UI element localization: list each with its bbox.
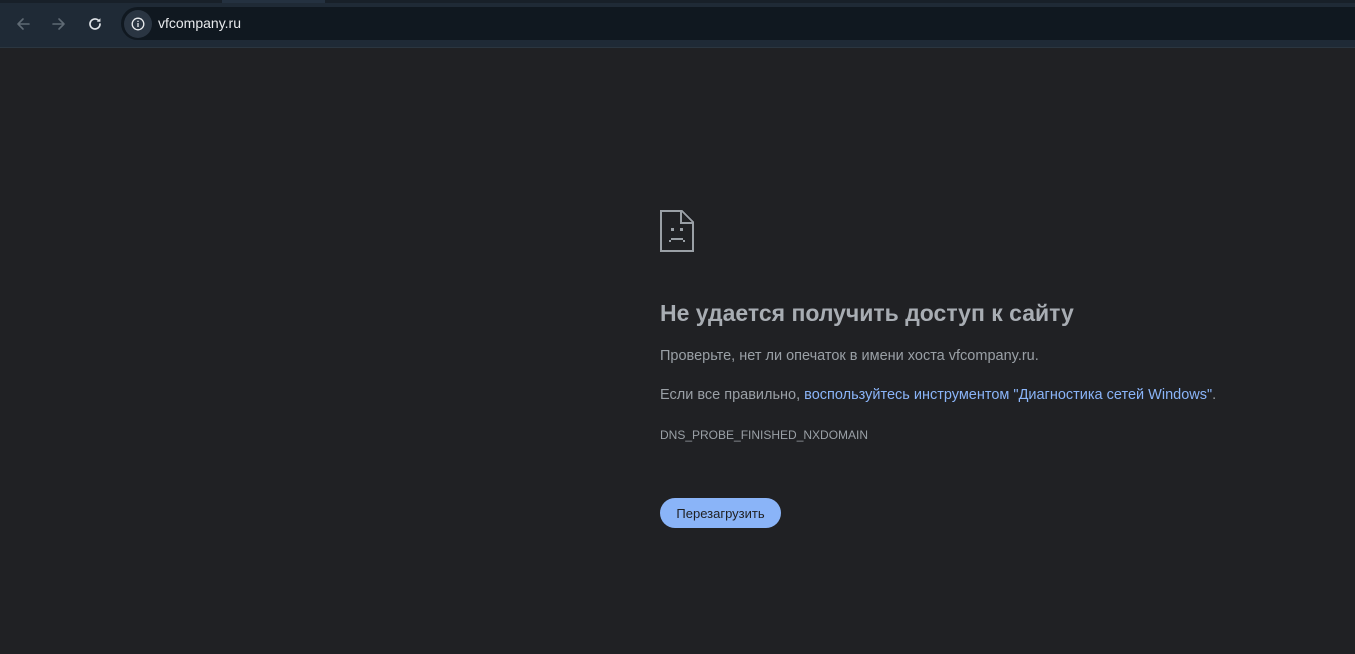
url-text[interactable]: vfcompany.ru bbox=[158, 15, 241, 31]
arrow-left-icon bbox=[17, 18, 30, 30]
diagnostics-prefix: Если все правильно, bbox=[660, 387, 805, 403]
diagnostics-suffix: . bbox=[1212, 387, 1217, 403]
arrow-right-icon bbox=[52, 18, 65, 30]
reload-button[interactable]: Перезагрузить bbox=[660, 498, 781, 528]
forward-button[interactable] bbox=[46, 11, 72, 37]
tab-strip bbox=[0, 0, 1355, 3]
reload-page-button[interactable] bbox=[82, 11, 108, 37]
check-hostname-text: Проверьте, нет ли опечаток в имени хоста… bbox=[660, 348, 1039, 364]
active-tab[interactable] bbox=[222, 0, 325, 3]
diagnostics-suggestion: Если все правильно, воспользуйтесь инстр… bbox=[660, 387, 1216, 403]
site-info-button[interactable] bbox=[124, 10, 152, 38]
reload-icon bbox=[89, 18, 101, 30]
browser-toolbar: vfcompany.ru bbox=[0, 0, 1355, 48]
error-code: DNS_PROBE_FINISHED_NXDOMAIN bbox=[660, 428, 869, 442]
network-diagnostics-link[interactable]: воспользуйтесь инструментом "Диагностика… bbox=[804, 387, 1212, 403]
address-bar[interactable]: vfcompany.ru bbox=[121, 7, 1355, 40]
error-title: Не удается получить доступ к сайту bbox=[660, 300, 1074, 326]
back-button[interactable] bbox=[10, 11, 36, 37]
sad-document-icon bbox=[660, 210, 694, 252]
info-circle-icon bbox=[131, 17, 145, 31]
